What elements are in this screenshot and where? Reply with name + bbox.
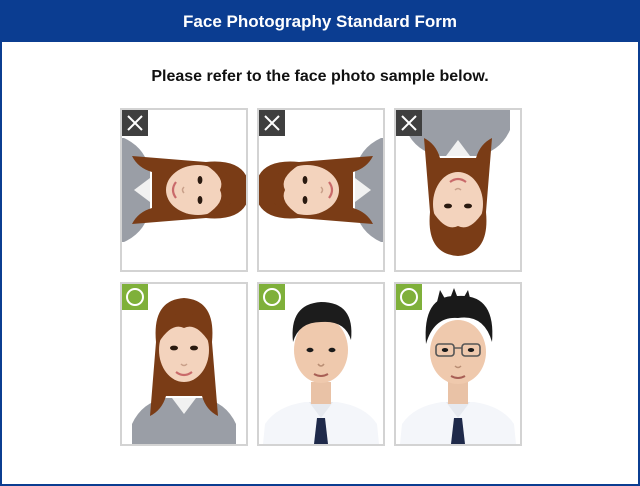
circle-icon <box>396 284 422 310</box>
x-icon <box>122 110 148 136</box>
sample-photo-correct-man-glasses <box>394 282 522 446</box>
circle-icon <box>122 284 148 310</box>
form-frame: Face Photography Standard Form Please re… <box>0 0 640 486</box>
circle-icon <box>259 284 285 310</box>
sample-photo-correct-woman <box>120 282 248 446</box>
instructions-text: Please refer to the face photo sample be… <box>151 68 489 85</box>
woman-photo <box>259 128 383 252</box>
sample-photo-correct-man <box>257 282 385 446</box>
page-title: Face Photography Standard Form <box>2 2 638 42</box>
x-icon <box>396 110 422 136</box>
sample-photo-incorrect-rotated-right <box>120 108 248 272</box>
sample-photo-incorrect-rotated-left <box>257 108 385 272</box>
woman-photo <box>122 128 246 252</box>
x-icon <box>259 110 285 136</box>
sample-photo-incorrect-upside-down <box>394 108 522 272</box>
